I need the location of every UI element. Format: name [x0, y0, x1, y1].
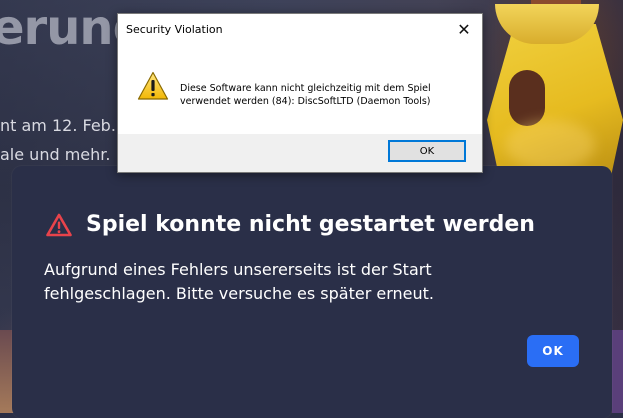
error-title: Spiel konnte nicht gestartet werden	[86, 212, 535, 237]
error-panel: Spiel konnte nicht gestartet werden Aufg…	[12, 166, 612, 418]
character-art	[487, 0, 623, 184]
dialog-content: Diese Software kann nicht gleichzeitig m…	[118, 46, 482, 134]
ok-button[interactable]: OK	[527, 335, 579, 367]
dialog-ok-button[interactable]: OK	[388, 140, 466, 162]
dialog-title: Security Violation	[126, 23, 223, 36]
error-message: Aufgrund eines Fehlers unsererseits ist …	[44, 260, 434, 303]
background-text-line: nt am 12. Feb.	[0, 116, 116, 135]
dialog-message: Diese Software kann nicht gleichzeitig m…	[180, 83, 431, 107]
warning-icon	[137, 71, 169, 100]
background-text-line: ale und mehr.	[0, 145, 111, 164]
close-icon[interactable]: ✕	[446, 14, 482, 46]
warning-triangle-icon	[46, 213, 72, 236]
background-art-right	[612, 330, 623, 413]
error-title-row: Spiel konnte nicht gestartet werden	[46, 212, 535, 237]
security-violation-dialog: Security Violation ✕ Diese Software kann…	[117, 13, 483, 173]
dialog-footer: OK	[118, 134, 482, 172]
dialog-titlebar: Security Violation ✕	[118, 14, 482, 46]
